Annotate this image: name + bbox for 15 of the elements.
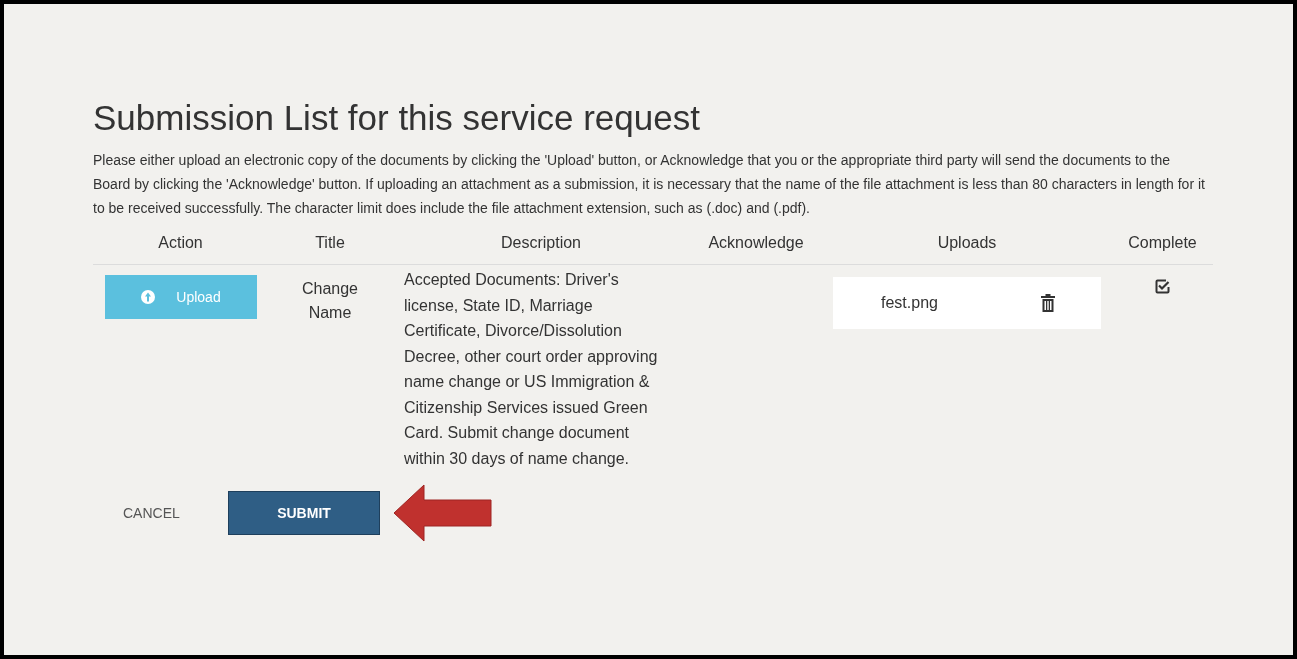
upload-icon [140, 289, 157, 305]
file-name: fest.png [881, 294, 938, 312]
row-title: Change Name [300, 279, 359, 323]
row-description: Accepted Documents: Driver's license, State ID, Marriage Certificate, Divorce/Dissolution Decree, other court order approving name change or US Immigration & Citizenship Services issued Green Card. Submit change document within 30 days of name change. [403, 270, 659, 469]
column-header: Action [93, 230, 268, 265]
column-header: Title [268, 230, 392, 265]
instructions-text: Please either upload an electronic copy of the documents by clicking the 'Upload' button, or Acknowledge that you or the appropriate third party will send the documents to the Board by clicking the 'Acknowledge' button. If uploading an attachment as a submission, it is necessary that the name of the file attachment is less than 80 characters in length for it to be received successfully. The character limit does include the file attachment extension, such as (.doc) and (.pdf). [93, 151, 1206, 218]
column-header: Uploads [822, 230, 1112, 265]
cancel-button[interactable]: CANCEL [93, 505, 228, 521]
page-title: Submission List for this service request [93, 97, 701, 139]
trash-icon[interactable] [1041, 294, 1055, 312]
column-header: Complete [1112, 230, 1213, 265]
submit-button[interactable]: SUBMIT [228, 491, 380, 535]
column-header: Description [392, 230, 690, 265]
column-header: Acknowledge [690, 230, 822, 265]
